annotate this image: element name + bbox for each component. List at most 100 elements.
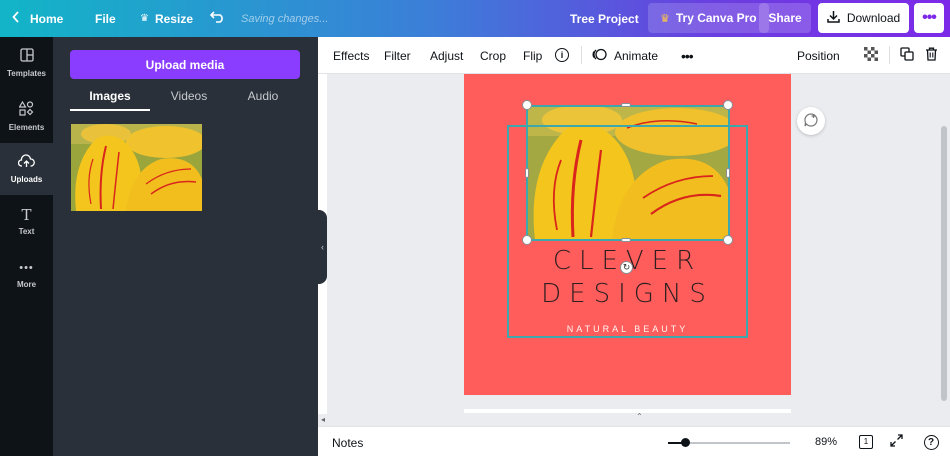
design-page[interactable]: CLEVER DESIGNS NATURAL BEAUTY ↻ <box>464 74 791 395</box>
tab-audio[interactable]: Audio <box>223 89 303 111</box>
crown-icon: ♛ <box>140 13 149 24</box>
help-button[interactable]: ? <box>922 433 940 451</box>
resize-handle-bottom[interactable] <box>621 238 631 242</box>
comment-plus-icon <box>803 112 819 131</box>
uploads-panel: Upload media Images Videos Audio <box>53 37 318 456</box>
rotate-icon: ↻ <box>622 262 631 272</box>
upload-media-button[interactable]: Upload media <box>70 50 300 79</box>
tab-videos[interactable]: Videos <box>149 89 229 111</box>
uploaded-image-thumbnail[interactable] <box>71 124 202 211</box>
resize-handle-top-right[interactable] <box>723 100 733 110</box>
chevron-up-icon[interactable]: ⌃ <box>636 412 643 421</box>
image-selection-box <box>526 105 730 241</box>
resize-label: Resize <box>154 11 193 26</box>
animate-icon <box>592 47 607 65</box>
page-count-button[interactable]: 1 <box>857 433 875 451</box>
zoom-slider[interactable] <box>668 438 790 447</box>
position-button[interactable]: Position <box>797 37 840 74</box>
top-bar: Home File ♛ Resize Saving changes... Tre… <box>0 0 950 37</box>
undo-icon <box>209 10 226 28</box>
crown-icon: ♛ <box>660 12 670 25</box>
rotate-handle[interactable]: ↻ <box>620 261 633 274</box>
try-pro-button[interactable]: ♛ Try Canva Pro <box>648 3 769 33</box>
rail-item-uploads[interactable]: Uploads <box>0 143 53 195</box>
pages-icon: 1 <box>859 435 873 449</box>
footer-bar: Notes 89% 1 ? <box>318 426 950 456</box>
ellipsis-icon: ••• <box>19 262 34 274</box>
elements-icon <box>18 100 34 119</box>
download-label: Download <box>846 11 901 25</box>
rail-item-text[interactable]: T Text <box>0 196 53 248</box>
active-tab-indicator <box>70 109 150 111</box>
canvas-workspace: CLEVER DESIGNS NATURAL BEAUTY ↻ <box>327 74 938 414</box>
rail-label-more: More <box>16 280 37 289</box>
tulip-thumbnail-image <box>71 124 202 211</box>
try-pro-label: Try Canva Pro <box>675 11 757 25</box>
context-toolbar: Effects Filter Adjust Crop Flip i Animat… <box>318 37 950 74</box>
ellipsis-icon: ••• <box>681 47 694 64</box>
zoom-level[interactable]: 89% <box>815 436 837 448</box>
rail-item-elements[interactable]: Elements <box>0 90 53 142</box>
chevron-left-icon <box>12 11 20 26</box>
more-tools-button[interactable]: ••• <box>681 37 694 74</box>
resize-handle-bottom-left[interactable] <box>522 235 532 245</box>
rail-label-elements: Elements <box>8 122 45 132</box>
more-options-button[interactable]: ••• <box>914 3 944 33</box>
crop-button[interactable]: Crop <box>480 37 506 74</box>
horizontal-scrollbar[interactable]: ◂ ⌃ <box>318 412 950 426</box>
download-icon <box>827 10 840 26</box>
project-title[interactable]: Tree Project <box>570 0 639 37</box>
chevron-left-icon: ‹ <box>321 242 324 252</box>
duplicate-button[interactable] <box>900 37 914 74</box>
home-button[interactable]: Home <box>12 0 63 37</box>
filter-button[interactable]: Filter <box>384 37 411 74</box>
transparency-button[interactable] <box>864 37 878 74</box>
info-icon[interactable]: i <box>555 48 569 62</box>
scroll-left-arrow-icon[interactable]: ◂ <box>321 415 325 424</box>
rail-label-templates: Templates <box>7 69 46 78</box>
resize-handle-right[interactable] <box>726 168 730 178</box>
rail-item-templates[interactable]: Templates <box>0 37 53 89</box>
fullscreen-button[interactable] <box>887 433 905 451</box>
help-icon: ? <box>923 434 939 450</box>
animate-label: Animate <box>614 48 659 63</box>
expand-icon <box>889 434 903 450</box>
tab-images[interactable]: Images <box>70 89 150 111</box>
transparency-icon <box>864 47 878 64</box>
text-icon: T <box>21 206 32 224</box>
home-label: Home <box>30 11 64 26</box>
panel-collapse-handle[interactable]: ‹ <box>318 210 327 284</box>
effects-button[interactable]: Effects <box>333 37 369 74</box>
next-page-edge <box>464 409 791 413</box>
vertical-scrollbar[interactable] <box>938 74 950 414</box>
notes-button[interactable]: Notes <box>332 436 363 450</box>
rail-item-more[interactable]: ••• More <box>0 249 53 301</box>
share-button[interactable]: Share <box>759 3 811 33</box>
download-button[interactable]: Download <box>818 3 909 33</box>
flip-button[interactable]: Flip <box>523 37 542 74</box>
adjust-button[interactable]: Adjust <box>430 37 463 74</box>
templates-icon <box>19 48 34 65</box>
resize-handle-bottom-right[interactable] <box>723 235 733 245</box>
trash-icon <box>925 47 938 64</box>
toolbar-divider <box>581 46 582 64</box>
resize-handle-top-left[interactable] <box>522 100 532 110</box>
delete-button[interactable] <box>925 37 938 74</box>
animate-button[interactable]: Animate <box>592 37 658 74</box>
ellipsis-icon: ••• <box>922 9 937 26</box>
zoom-slider-knob[interactable] <box>681 438 690 447</box>
resize-handle-top[interactable] <box>621 103 631 107</box>
rail-label-text: Text <box>18 227 35 236</box>
undo-button[interactable] <box>209 0 226 37</box>
duplicate-icon <box>900 47 914 64</box>
cloud-upload-icon <box>17 154 35 171</box>
saving-status: Saving changes... <box>241 12 329 25</box>
resize-button[interactable]: ♛ Resize <box>140 0 193 37</box>
page-count: 1 <box>863 437 869 446</box>
rail-label-uploads: Uploads <box>10 175 43 184</box>
file-menu-button[interactable]: File <box>95 0 116 37</box>
toolbar-divider <box>889 46 890 64</box>
add-comment-button[interactable] <box>797 107 825 135</box>
vertical-scroll-thumb[interactable] <box>941 126 947 401</box>
resize-handle-left[interactable] <box>525 168 529 178</box>
